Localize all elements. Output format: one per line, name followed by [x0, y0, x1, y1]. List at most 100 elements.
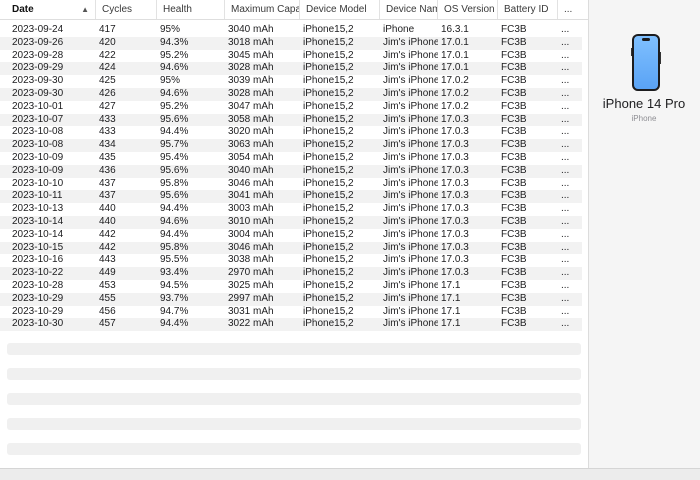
column-header-battery-id[interactable]: Battery ID: [498, 0, 558, 19]
cell-maximum-capacity: 3031 mAh: [228, 305, 274, 317]
cell-date: 2023-10-07: [12, 113, 64, 125]
cell-date: 2023-09-30: [12, 75, 64, 87]
table-row[interactable]: 2023-10-14 440 94.6% 3010 mAh iPhone15,2 Jim'…: [0, 216, 582, 229]
cell-os-version: 17.0.2: [441, 75, 469, 87]
table-row[interactable]: 2023-09-30 425 95% 3039 mAh iPhone15,2 Jim's …: [0, 75, 582, 88]
table-row[interactable]: 2023-09-28 422 95.2% 3045 mAh iPhone15,2 Jim'…: [0, 50, 582, 63]
cell-health: 94.4%: [160, 228, 189, 240]
cell-battery-id: FC3B: [501, 62, 527, 74]
cell-os-version: 17.0.3: [441, 139, 469, 151]
empty-row: [7, 368, 581, 380]
table-row[interactable]: 2023-10-30 457 94.4% 3022 mAh iPhone15,2 Jim'…: [0, 318, 582, 332]
cell-health: 94.6%: [160, 62, 189, 74]
cell-device-name: Jim's iPhone: [383, 203, 438, 215]
table-row[interactable]: 2023-09-29 424 94.6% 3028 mAh iPhone15,2 Jim'…: [0, 62, 582, 76]
cell-cycles: 433: [99, 113, 116, 125]
table-row[interactable]: 2023-10-28 453 94.5% 3025 mAh iPhone15,2 Jim'…: [0, 280, 582, 293]
cell-date: 2023-10-09: [12, 164, 64, 176]
cell-date: 2023-10-13: [12, 203, 64, 215]
table-row[interactable]: 2023-10-09 435 95.4% 3054 mAh iPhone15,2 Jim'…: [0, 152, 582, 165]
cell-device-name: Jim's iPhone: [383, 254, 438, 266]
cell-battery-id: FC3B: [501, 24, 527, 35]
cell-health: 94.7%: [160, 305, 189, 317]
cell-device-model: iPhone15,2: [303, 267, 354, 279]
cell-battery-id: FC3B: [501, 241, 527, 253]
cell-os-version: 17.1: [441, 305, 461, 317]
cell-cycles: 442: [99, 241, 116, 253]
cell-more: ...: [561, 267, 570, 279]
cell-more: ...: [561, 126, 570, 138]
table-row[interactable]: 2023-10-29 455 93.7% 2997 mAh iPhone15,2 Jim'…: [0, 292, 582, 306]
cell-health: 95.7%: [160, 139, 189, 151]
cell-os-version: 17.0.3: [441, 113, 469, 125]
table-row[interactable]: 2023-10-13 440 94.4% 3003 mAh iPhone15,2 Jim'…: [0, 203, 582, 216]
empty-row: [7, 343, 581, 355]
cell-health: 94.4%: [160, 126, 189, 138]
cell-cycles: 435: [99, 152, 116, 163]
cell-device-name: Jim's iPhone: [383, 36, 438, 48]
table-row[interactable]: 2023-10-15 442 95.8% 3046 mAh iPhone15,2 Jim'…: [0, 241, 582, 255]
cell-more: ...: [561, 292, 570, 304]
cell-os-version: 17.1: [441, 280, 461, 291]
cell-cycles: 442: [99, 228, 116, 240]
column-header-date[interactable]: Date ▲: [0, 0, 96, 19]
cell-device-model: iPhone15,2: [303, 139, 354, 151]
cell-device-name: Jim's iPhone: [383, 139, 438, 151]
cell-battery-id: FC3B: [501, 113, 527, 125]
cell-more: ...: [561, 216, 570, 227]
column-header-more[interactable]: ...: [558, 0, 582, 19]
table-row[interactable]: 2023-10-10 437 95.8% 3046 mAh iPhone15,2 Jim'…: [0, 178, 582, 191]
cell-maximum-capacity: 3045 mAh: [228, 49, 274, 61]
cell-device-name: Jim's iPhone: [383, 190, 438, 202]
cell-date: 2023-09-24: [12, 24, 64, 35]
table-row[interactable]: 2023-10-08 434 95.7% 3063 mAh iPhone15,2 Jim'…: [0, 139, 582, 152]
cell-date: 2023-10-08: [12, 126, 64, 138]
table-row[interactable]: 2023-10-11 437 95.6% 3041 mAh iPhone15,2 Jim'…: [0, 190, 582, 204]
cell-os-version: 17.0.3: [441, 203, 469, 215]
cell-os-version: 17.0.2: [441, 100, 469, 112]
cell-os-version: 17.1: [441, 292, 461, 304]
cell-more: ...: [561, 113, 570, 125]
cell-cycles: 417: [99, 24, 116, 35]
cell-date: 2023-10-01: [12, 100, 64, 112]
table-row[interactable]: 2023-10-01 427 95.2% 3047 mAh iPhone15,2 Jim'…: [0, 101, 582, 114]
cell-maximum-capacity: 3041 mAh: [228, 190, 274, 202]
cell-more: ...: [561, 203, 570, 215]
column-header-label: Cycles: [102, 4, 133, 15]
cell-more: ...: [561, 241, 570, 253]
cell-maximum-capacity: 2997 mAh: [228, 292, 274, 304]
table-row[interactable]: 2023-09-26 420 94.3% 3018 mAh iPhone15,2 Jim'…: [0, 36, 582, 50]
cell-device-model: iPhone15,2: [303, 254, 354, 266]
column-header-os-version[interactable]: OS Version: [438, 0, 498, 19]
cell-date: 2023-10-16: [12, 254, 64, 266]
column-header-device-name[interactable]: Device Name: [380, 0, 438, 19]
table-row[interactable]: 2023-10-09 436 95.6% 3040 mAh iPhone15,2 Jim'…: [0, 164, 582, 178]
cell-os-version: 17.0.3: [441, 152, 469, 163]
cell-os-version: 17.0.1: [441, 49, 469, 61]
cell-maximum-capacity: 3058 mAh: [228, 113, 274, 125]
table-row[interactable]: 2023-10-14 442 94.4% 3004 mAh iPhone15,2 Jim'…: [0, 229, 582, 242]
cell-maximum-capacity: 3028 mAh: [228, 88, 274, 99]
table-row[interactable]: 2023-10-22 449 93.4% 2970 mAh iPhone15,2 Jim'…: [0, 267, 582, 280]
cell-os-version: 17.0.3: [441, 126, 469, 138]
column-header-cycles[interactable]: Cycles: [96, 0, 157, 19]
cell-cycles: 455: [99, 292, 116, 304]
table-row[interactable]: 2023-10-07 433 95.6% 3058 mAh iPhone15,2 Jim'…: [0, 113, 582, 127]
table-row[interactable]: 2023-09-24 417 95% 3040 mAh iPhone15,2 iPhone…: [0, 24, 582, 37]
cell-device-model: iPhone15,2: [303, 100, 354, 112]
cell-device-model: iPhone15,2: [303, 280, 354, 291]
table-row[interactable]: 2023-10-08 433 94.4% 3020 mAh iPhone15,2 Jim'…: [0, 126, 582, 139]
cell-more: ...: [561, 228, 570, 240]
column-header-device-model[interactable]: Device Model: [300, 0, 380, 19]
cell-cycles: 434: [99, 139, 116, 151]
table-row[interactable]: 2023-10-16 443 95.5% 3038 mAh iPhone15,2 Jim'…: [0, 254, 582, 267]
cell-os-version: 17.0.3: [441, 228, 469, 240]
table-row[interactable]: 2023-10-29 456 94.7% 3031 mAh iPhone15,2 Jim'…: [0, 306, 582, 319]
column-header-health[interactable]: Health: [157, 0, 225, 19]
column-header-maximum-capacity[interactable]: Maximum Capacity: [225, 0, 300, 19]
cell-device-model: iPhone15,2: [303, 36, 354, 48]
cell-date: 2023-10-15: [12, 241, 64, 253]
cell-health: 95%: [160, 24, 181, 35]
empty-row: [7, 393, 581, 405]
table-row[interactable]: 2023-09-30 426 94.6% 3028 mAh iPhone15,2 Jim'…: [0, 88, 582, 101]
